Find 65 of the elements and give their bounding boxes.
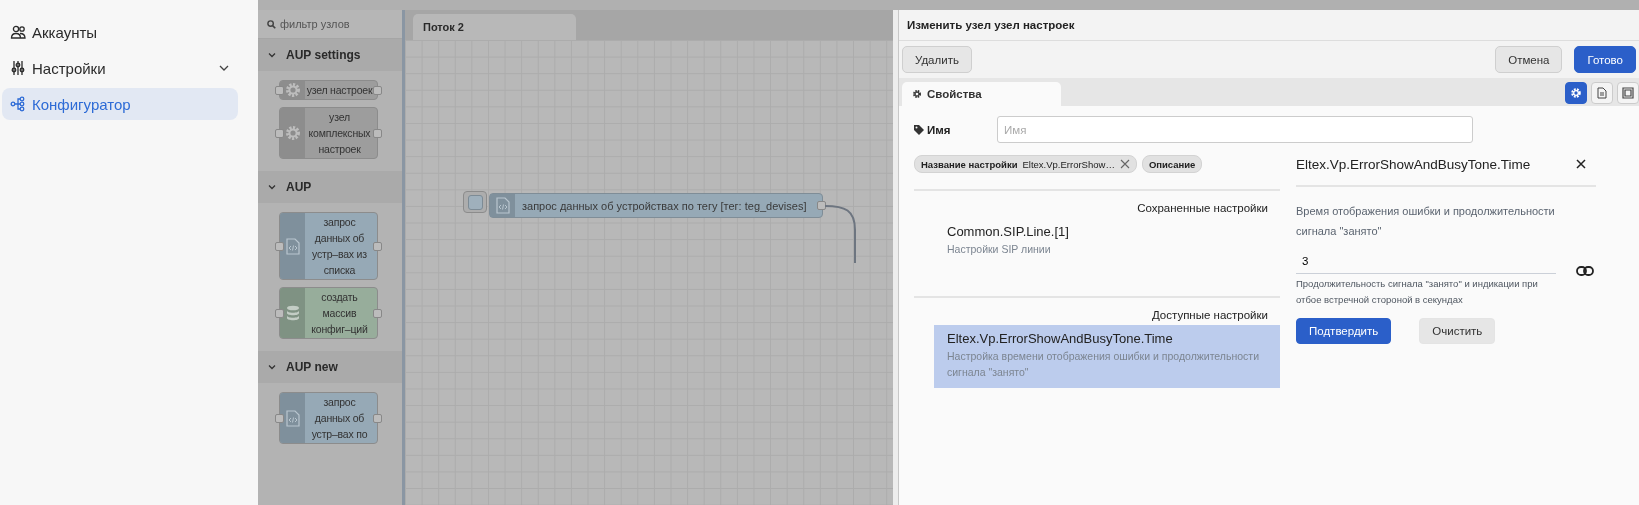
properties-tab[interactable]: Свойства	[902, 82, 1061, 106]
node-port[interactable]	[275, 86, 284, 95]
database-icon	[285, 305, 300, 321]
flow-tab[interactable]: Поток 2	[413, 14, 576, 40]
clear-button[interactable]: Очистить	[1419, 318, 1496, 344]
code-file-icon	[285, 409, 300, 427]
close-button[interactable]	[1574, 157, 1588, 171]
link-icon[interactable]	[1576, 265, 1594, 277]
node-port[interactable]	[817, 201, 826, 210]
dialog-title: Изменить узел узел настроек	[899, 10, 1639, 41]
tag-icon	[914, 124, 924, 135]
name-field[interactable]: Имя	[997, 116, 1473, 143]
users-icon	[10, 24, 26, 40]
sidebar-item[interactable]: Настройки	[2, 52, 238, 84]
wire	[825, 205, 857, 263]
section-heading: Доступные настройки	[1150, 309, 1269, 321]
node-port[interactable]	[275, 242, 284, 251]
network-icon	[10, 96, 26, 112]
node-port[interactable]	[373, 414, 382, 423]
frame-icon	[1622, 87, 1634, 99]
flow-node[interactable]: запрос данных об устройствах по тегу [тег: teg_devises]	[489, 193, 824, 218]
gear-icon	[284, 82, 301, 98]
node-port[interactable]	[275, 414, 284, 423]
setting-item[interactable]: Common.SIP.Line.[1] Настройки SIP линии	[934, 218, 1280, 265]
gear-icon	[284, 125, 301, 141]
filter-field[interactable]: фильтр узлов	[280, 18, 390, 30]
node-port[interactable]	[373, 309, 382, 318]
field-hint: Продолжительность сигнала "занято" и индикации при отбое встречной стороной в секундах	[1296, 277, 1539, 307]
category-title: AUP new	[286, 360, 338, 374]
done-button[interactable]: Готово	[1574, 46, 1636, 73]
section-heading: Сохраненные настройки	[1136, 202, 1269, 214]
setting-item[interactable]: Eltex.Vp.ErrorShowAndBusyTone.Time Настройка времени отображения ошибки и продолжительности сигнала "занято"	[934, 325, 1280, 388]
node-port[interactable]	[275, 129, 284, 138]
gear-icon	[912, 89, 922, 99]
category-title: AUP	[286, 180, 312, 194]
setting-description: Время отображения ошибки и продолжительности сигнала "занято"	[1296, 204, 1556, 239]
name-label: Имя	[927, 123, 951, 136]
document-icon	[1596, 87, 1608, 99]
node-port[interactable]	[373, 86, 382, 95]
filter-chip[interactable]: Название настройки Eltex.Vp.ErrorShow…	[914, 155, 1137, 173]
gear-icon	[1570, 87, 1582, 99]
category-header[interactable]: AUP settings	[258, 39, 402, 71]
cancel-button[interactable]: Отмена	[1495, 46, 1563, 73]
sliders-icon	[10, 60, 26, 76]
category-header[interactable]: AUP	[258, 171, 402, 203]
sidebar-item[interactable]: Конфигуратор	[2, 88, 238, 120]
delete-button[interactable]: Удалить	[902, 46, 972, 73]
gear-tab[interactable]	[1565, 82, 1587, 104]
filter-chip[interactable]: Описание	[1141, 155, 1203, 173]
node-port[interactable]	[275, 309, 284, 318]
code-file-icon	[495, 197, 510, 214]
confirm-button[interactable]: Подтвердить	[1296, 318, 1392, 344]
node-button[interactable]	[463, 191, 487, 213]
value-field[interactable]: 3	[1296, 249, 1556, 274]
category-header[interactable]: AUP new	[258, 351, 402, 383]
category-title: AUP settings	[286, 48, 361, 62]
search-icon	[267, 19, 276, 29]
sidebar-item[interactable]: Аккаунты	[2, 16, 238, 48]
setting-title: Eltex.Vp.ErrorShowAndBusyTone.Time	[1296, 156, 1531, 172]
frame-tab[interactable]	[1617, 82, 1639, 104]
node-port[interactable]	[373, 242, 382, 251]
node-port[interactable]	[373, 129, 382, 138]
document-tab[interactable]	[1591, 82, 1613, 104]
close-icon[interactable]	[1119, 159, 1130, 169]
code-file-icon	[285, 237, 300, 255]
